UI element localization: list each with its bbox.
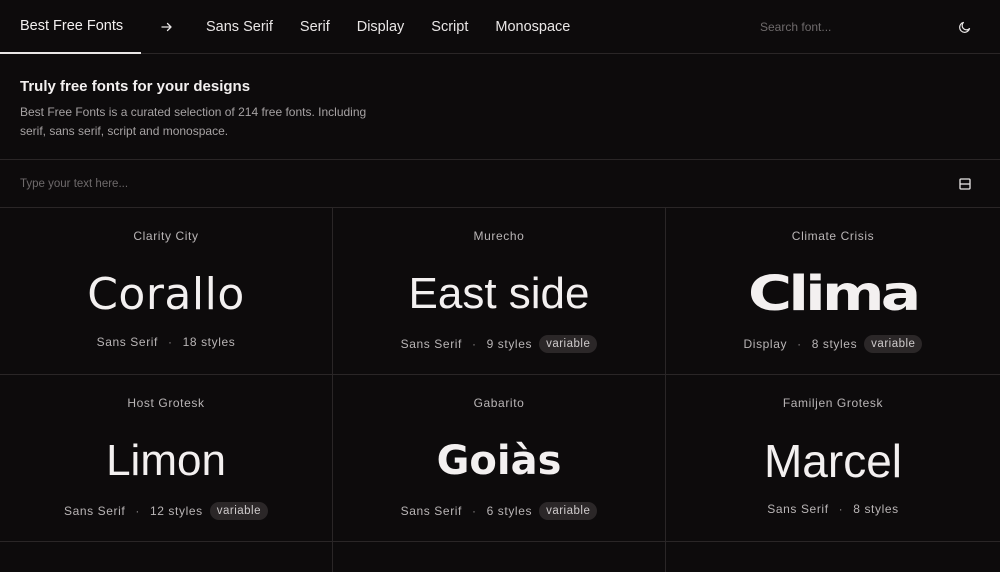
- font-card-climate-crisis[interactable]: Climate Crisis Clima Display · 8 styles …: [666, 208, 1000, 375]
- nav-monospace[interactable]: Monospace: [495, 19, 570, 35]
- font-card-partial[interactable]: [666, 542, 1000, 572]
- font-preview: Goiàs: [436, 438, 562, 484]
- top-navigation-bar: Best Free Fonts Sans Serif Serif Display…: [0, 0, 1000, 54]
- font-meta: Sans Serif · 12 styles variable: [0, 502, 332, 520]
- page-description: Best Free Fonts is a curated selection o…: [20, 105, 367, 138]
- nav-sans-serif[interactable]: Sans Serif: [206, 19, 273, 35]
- font-name: Host Grotesk: [127, 396, 205, 410]
- font-category: Sans Serif: [767, 502, 829, 516]
- font-name: Gabarito: [473, 396, 525, 410]
- font-card-murecho[interactable]: Murecho East side Sans Serif · 9 styles …: [333, 208, 666, 375]
- font-styles-count: 8 styles: [811, 337, 858, 351]
- font-card-host-grotesk[interactable]: Host Grotesk Limon Sans Serif · 12 style…: [0, 375, 333, 542]
- font-meta: Sans Serif · 9 styles variable: [333, 335, 665, 353]
- font-name: Murecho: [473, 229, 525, 243]
- font-preview-wrap: Clima: [666, 266, 1000, 322]
- font-grid: Clarity City Corallo Sans Serif · 18 sty…: [0, 208, 1000, 572]
- category-nav: Sans Serif Serif Display Script Monospac…: [206, 0, 597, 54]
- font-styles-count: 6 styles: [486, 504, 533, 518]
- arrow-right-icon[interactable]: [158, 18, 176, 36]
- font-preview: Corallo: [87, 268, 245, 320]
- font-card-familjen-grotesk[interactable]: Familjen Grotesk Marcel Sans Serif · 8 s…: [666, 375, 1000, 542]
- page-title: Truly free fonts for your designs: [20, 78, 251, 95]
- font-preview: East side: [408, 269, 590, 318]
- font-card-partial[interactable]: [0, 542, 333, 572]
- font-meta: Sans Serif · 18 styles: [0, 335, 332, 349]
- font-name: Clarity City: [133, 229, 199, 243]
- separator-dot: ·: [838, 502, 844, 516]
- variable-badge: variable: [539, 502, 598, 520]
- preview-text-input[interactable]: [20, 175, 900, 193]
- font-preview: Limon: [106, 436, 226, 485]
- font-category: Display: [743, 337, 788, 351]
- font-styles-count: 9 styles: [486, 337, 533, 351]
- font-styles-count: 12 styles: [149, 504, 203, 518]
- nav-script[interactable]: Script: [431, 19, 468, 35]
- font-name: Familjen Grotesk: [782, 396, 884, 410]
- font-meta: Sans Serif · 6 styles variable: [333, 502, 665, 520]
- brand-home-link[interactable]: Best Free Fonts: [0, 0, 141, 54]
- font-styles-count: 18 styles: [182, 335, 236, 349]
- separator-dot: ·: [797, 337, 802, 351]
- font-meta: Display · 8 styles variable: [666, 335, 1000, 353]
- font-card-partial[interactable]: [333, 542, 666, 572]
- variable-badge: variable: [539, 335, 598, 353]
- font-preview: Clima: [748, 266, 921, 322]
- font-category: Sans Serif: [400, 504, 462, 518]
- moon-icon[interactable]: [956, 18, 974, 36]
- separator-dot: ·: [167, 335, 173, 349]
- font-category: Sans Serif: [400, 337, 462, 351]
- font-meta: Sans Serif · 8 styles: [666, 502, 1000, 516]
- search-input[interactable]: [760, 18, 890, 36]
- preview-text-bar: [0, 160, 1000, 208]
- intro-section: Truly free fonts for your designs Best F…: [0, 54, 1000, 160]
- layout-toggle-icon[interactable]: [957, 176, 973, 192]
- font-name: Climate Crisis: [791, 229, 875, 243]
- variable-badge: variable: [209, 502, 268, 520]
- font-styles-count: 8 styles: [853, 502, 899, 516]
- variable-badge: variable: [864, 335, 923, 353]
- font-card-gabarito[interactable]: Gabarito Goiàs Sans Serif · 6 styles var…: [333, 375, 666, 542]
- separator-dot: ·: [135, 504, 140, 518]
- nav-display[interactable]: Display: [357, 19, 405, 35]
- font-preview: Marcel: [763, 435, 903, 487]
- font-category: Sans Serif: [63, 504, 126, 518]
- nav-serif[interactable]: Serif: [300, 19, 330, 35]
- separator-dot: ·: [471, 504, 477, 518]
- font-card-clarity-city[interactable]: Clarity City Corallo Sans Serif · 18 sty…: [0, 208, 333, 375]
- font-category: Sans Serif: [96, 335, 158, 349]
- separator-dot: ·: [471, 337, 477, 351]
